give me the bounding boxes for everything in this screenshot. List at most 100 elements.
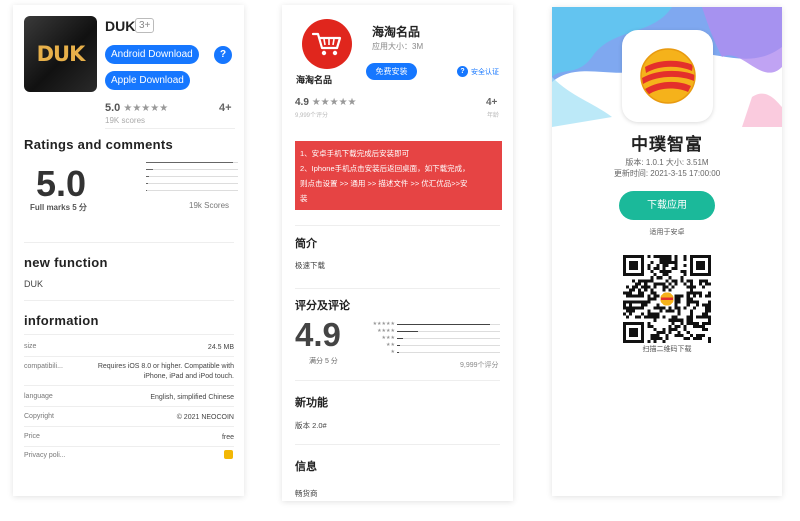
rating-stars: ★★★★★ (311, 97, 357, 108)
scores-small: 19K scores (105, 116, 146, 125)
score-count: 9,999个评分 (460, 362, 499, 369)
notice-line: 2、Iphone手机点击安装后返回桌面，如下载完成， (300, 164, 470, 173)
info-heading: 信息 (295, 461, 317, 473)
apple-download-button[interactable]: Apple Download (105, 71, 190, 90)
age-label: 年龄 (487, 113, 500, 119)
ratings-heading: 评分及评论 (295, 300, 350, 312)
duk-app-icon: DUK (24, 16, 97, 92)
install-button[interactable]: 免费安装 (366, 63, 417, 80)
info-value-price: free (221, 434, 234, 441)
haitao-app-card: 海淘名品 海淘名品 应用大小：3M 免费安装 ? 安全认证 4.9 ★★★★★ … (282, 5, 513, 501)
full-marks-label: Full marks 5 分 (30, 203, 87, 212)
info-label-size: size (24, 343, 37, 350)
notice-line: 装 (300, 194, 308, 203)
rating-bar (397, 352, 500, 353)
zhongpu-app-card: 中璞智富 版本: 1.0.1 大小: 3.51M 更新时间: 2021-3-15… (552, 7, 782, 496)
rating-bar (146, 169, 238, 170)
rating-bar (397, 331, 500, 332)
rating-value: 5.0 (105, 102, 121, 114)
rating-bar-fill (397, 331, 418, 332)
info-label-price: Price (24, 433, 40, 440)
big-score: 5.0 (36, 163, 87, 204)
shopping-cart-logo-icon (302, 19, 352, 69)
rating-bar-fill (397, 324, 490, 325)
divider (295, 225, 500, 226)
score-count: 19k Scores (189, 201, 230, 210)
rating-bar-fill (397, 338, 404, 339)
globe-logo-icon (639, 48, 696, 104)
info-label-compatibility: compatibili... (24, 363, 63, 370)
rating-bar-fill (397, 352, 400, 353)
app-size: 应用大小：3M (372, 42, 424, 51)
rating-bar-fill (146, 183, 148, 184)
rating-sub: 9,999个评分 (295, 113, 329, 119)
verify-label: 安全认证 (471, 68, 499, 76)
info-label-language: language (24, 393, 53, 400)
info-label-copyright: Copyright (24, 413, 54, 420)
rating-bar (397, 338, 500, 339)
version-size: 版本: 1.0.1 大小: 3.51M (625, 158, 709, 167)
divider (295, 444, 500, 445)
app-name: 中璞智富 (631, 135, 703, 154)
new-function-heading: 新功能 (295, 397, 328, 409)
rating-bar (146, 190, 238, 191)
question-icon: ? (457, 66, 468, 77)
install-notice: 1、安卓手机下载完成后安装即可 2、Iphone手机点击安装后返回桌面，如下载完… (295, 141, 502, 210)
rating-bar-fill (146, 176, 149, 177)
rating-bar-fill (397, 345, 401, 346)
star-levels: ★★★★★ ★★★★ ★★★ ★★ ★ (372, 321, 395, 355)
duk-app-card: DUK DUK 3+ Android Download Apple Downlo… (13, 5, 244, 496)
version-text: 版本 2.0# (295, 421, 327, 430)
divider (24, 385, 234, 386)
rating-summary: 4.9 ★★★★★ (295, 97, 357, 108)
info-value-compatibility: Requires iOS 8.0 or higher. Compatible w… (97, 363, 234, 380)
update-time: 更新时间: 2021-3-15 17:00:00 (613, 169, 721, 178)
rating-bar-fill (146, 169, 154, 170)
rating-distribution (397, 324, 500, 359)
qr-code (623, 255, 711, 343)
new-function-text: DUK (24, 279, 44, 289)
info-value-language: English, simplified Chinese (150, 394, 234, 401)
intro-text: 极速下载 (295, 261, 325, 270)
divider (24, 242, 234, 243)
rating-bar (397, 324, 500, 325)
divider (24, 426, 234, 427)
divider (24, 446, 234, 447)
scan-qr-label: 扫描二维码下载 (642, 346, 692, 353)
info-label-privacy[interactable]: Privacy poli... (24, 452, 66, 459)
info-text: 畅货商 (295, 489, 318, 498)
suitable-for-label: 适用于安卓 (649, 229, 685, 236)
rating-bar (397, 345, 500, 346)
rating-value: 4.9 (295, 97, 309, 108)
rating-stars: ★★★★★ (123, 103, 169, 114)
ratings-heading: Ratings and comments (24, 137, 174, 152)
notice-line: 则点击设置 >> 通用 >> 描述文件 >> 优汇优品>>安 (300, 179, 468, 188)
help-button[interactable]: ? (214, 46, 232, 64)
shopping-cart-icon (311, 32, 342, 56)
age-rating: 4+ (486, 97, 498, 108)
divider (295, 380, 500, 381)
zhongpu-app-icon (622, 30, 713, 122)
duk-icon-text: DUK (36, 42, 86, 66)
rating-bar-fill (146, 162, 234, 163)
app-name: DUK (105, 18, 136, 34)
rating-bar (146, 183, 238, 184)
age-badge: 3+ (135, 18, 155, 33)
information-heading: information (24, 313, 99, 328)
intro-heading: 简介 (295, 238, 317, 250)
app-name: 海淘名品 (372, 25, 421, 39)
info-value-copyright: © 2021 NEOCOIN (176, 414, 234, 421)
download-app-button[interactable]: 下载应用 (619, 191, 715, 220)
android-download-button[interactable]: Android Download (105, 45, 199, 64)
hand-icon[interactable] (224, 450, 233, 459)
verify-link[interactable]: ? 安全认证 (457, 66, 499, 77)
full-marks-label: 满分 5 分 (309, 358, 338, 365)
new-function-heading: new function (24, 255, 108, 270)
rating-bar-fill (146, 190, 147, 191)
divider (105, 128, 235, 129)
divider (24, 356, 234, 357)
divider (24, 334, 234, 335)
rating-bar (146, 176, 238, 177)
rating-distribution (146, 162, 238, 197)
info-value-size: 24.5 MB (207, 344, 234, 351)
